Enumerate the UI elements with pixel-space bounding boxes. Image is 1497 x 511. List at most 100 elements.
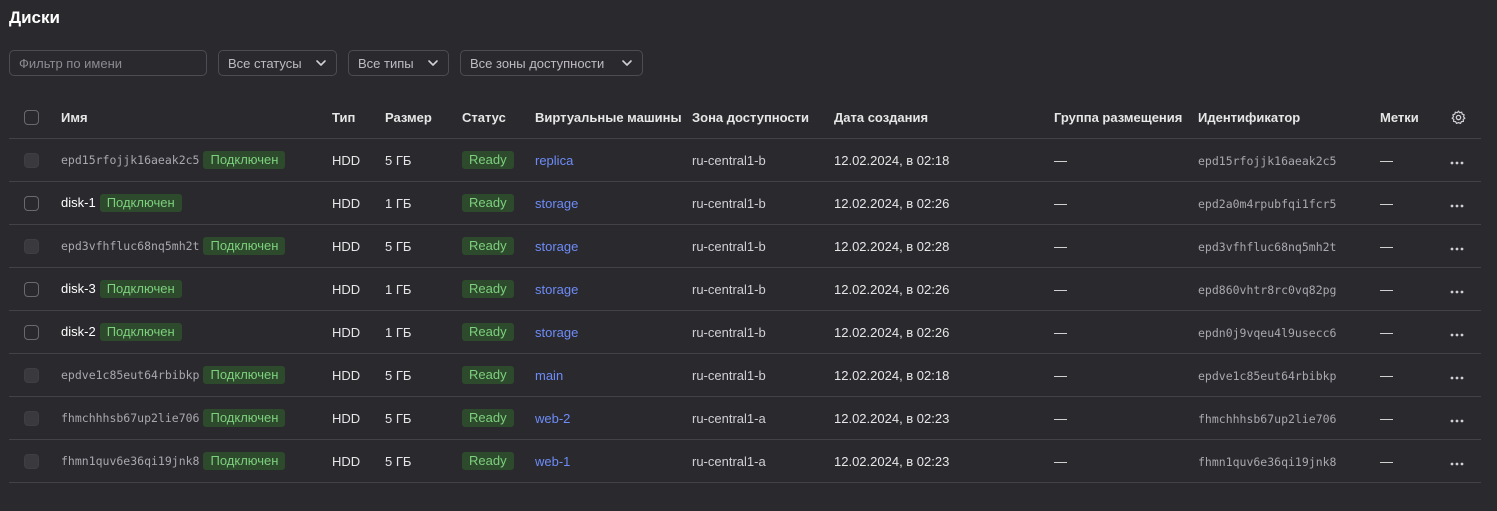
table-row[interactable]: fhmn1quv6e36qi19jnk8 Подключен HDD 5 ГБ Read… xyxy=(9,439,1481,483)
availability-zone: ru-central1-b xyxy=(692,224,834,268)
creation-date: 12.02.2024, в 02:18 xyxy=(834,353,1054,397)
disk-name[interactable]: epd3vfhfluc68nq5mh2t xyxy=(61,239,199,253)
creation-date: 12.02.2024, в 02:26 xyxy=(834,181,1054,225)
disk-name[interactable]: disk-2 xyxy=(61,324,96,339)
more-horizontal-icon[interactable] xyxy=(1450,247,1464,251)
disk-type: HDD xyxy=(332,267,385,311)
zone-filter-select[interactable]: Все зоны доступности xyxy=(460,50,643,76)
table-row[interactable]: disk-3 Подключен HDD 1 ГБ Ready storage ru-cen… xyxy=(9,267,1481,311)
disk-name[interactable]: disk-1 xyxy=(61,195,96,210)
select-all-checkbox[interactable] xyxy=(24,110,39,126)
column-header-size[interactable]: Размер xyxy=(385,96,462,139)
vm-link[interactable]: web-1 xyxy=(535,454,570,469)
column-header-zone[interactable]: Зона доступности xyxy=(692,96,834,139)
row-checkbox[interactable] xyxy=(24,454,39,470)
vm-link[interactable]: storage xyxy=(535,196,578,211)
disk-size: 5 ГБ xyxy=(385,439,462,483)
filters-bar: Все статусы Все типы Все зоны доступност… xyxy=(9,50,643,76)
status-badge: Ready xyxy=(462,323,514,341)
attached-badge: Подключен xyxy=(99,194,182,212)
more-horizontal-icon[interactable] xyxy=(1450,462,1464,466)
attached-badge: Подключен xyxy=(203,409,286,427)
column-header-status[interactable]: Статус xyxy=(462,96,535,139)
more-horizontal-icon[interactable] xyxy=(1450,333,1464,337)
row-checkbox[interactable] xyxy=(24,239,39,255)
disk-name[interactable]: fhmchhhsb67up2lie706 xyxy=(61,411,199,425)
availability-zone: ru-central1-a xyxy=(692,439,834,483)
column-header-placement[interactable]: Группа размещения xyxy=(1054,96,1198,139)
availability-zone: ru-central1-b xyxy=(692,138,834,182)
placement-group: — xyxy=(1054,181,1198,225)
attached-badge: Подключен xyxy=(99,323,182,341)
table-row[interactable]: epdve1c85eut64rbibkp Подключен HDD 5 ГБ Read… xyxy=(9,353,1481,397)
disk-name[interactable]: epdve1c85eut64rbibkp xyxy=(61,368,199,382)
row-checkbox[interactable] xyxy=(24,368,39,384)
zone-filter-label: Все зоны доступности xyxy=(470,55,605,71)
column-header-vms[interactable]: Виртуальные машины xyxy=(535,96,692,139)
vm-link[interactable]: storage xyxy=(535,282,578,297)
column-header-created[interactable]: Дата создания xyxy=(834,96,1054,139)
more-horizontal-icon[interactable] xyxy=(1450,376,1464,380)
disk-id: epd15rfojjk16aeak2c5 xyxy=(1198,153,1337,168)
disk-type: HDD xyxy=(332,181,385,225)
attached-badge: Подключен xyxy=(99,280,182,298)
disk-labels: — xyxy=(1380,267,1436,311)
column-header-id[interactable]: Идентификатор xyxy=(1198,96,1380,139)
status-filter-label: Все статусы xyxy=(228,55,302,71)
disk-size: 1 ГБ xyxy=(385,181,462,225)
type-filter-select[interactable]: Все типы xyxy=(348,50,449,76)
placement-group: — xyxy=(1054,267,1198,311)
column-header-labels[interactable]: Метки xyxy=(1380,96,1436,139)
status-filter-select[interactable]: Все статусы xyxy=(218,50,337,76)
disk-id: fhmchhhsb67up2lie706 xyxy=(1198,411,1337,426)
availability-zone: ru-central1-b xyxy=(692,267,834,311)
table-row[interactable]: disk-1 Подключен HDD 1 ГБ Ready storage ru-cen… xyxy=(9,181,1481,225)
placement-group: — xyxy=(1054,439,1198,483)
disk-name[interactable]: fhmn1quv6e36qi19jnk8 xyxy=(61,454,199,468)
vm-link[interactable]: web-2 xyxy=(535,411,570,426)
disk-type: HDD xyxy=(332,224,385,268)
more-horizontal-icon[interactable] xyxy=(1450,419,1464,423)
table-row[interactable]: epd3vfhfluc68nq5mh2t Подключен HDD 5 ГБ Read… xyxy=(9,224,1481,268)
table-row[interactable]: disk-2 Подключен HDD 1 ГБ Ready storage ru-cen… xyxy=(9,310,1481,354)
disk-size: 1 ГБ xyxy=(385,267,462,311)
vm-link[interactable]: storage xyxy=(535,239,578,254)
row-checkbox[interactable] xyxy=(24,325,39,341)
table-row[interactable]: epd15rfojjk16aeak2c5 Подключен HDD 5 ГБ Read… xyxy=(9,138,1481,182)
status-badge: Ready xyxy=(462,151,514,169)
disk-name[interactable]: disk-3 xyxy=(61,281,96,296)
row-checkbox[interactable] xyxy=(24,411,39,427)
row-checkbox[interactable] xyxy=(24,282,39,298)
name-filter-input[interactable] xyxy=(9,50,207,76)
disk-type: HDD xyxy=(332,310,385,354)
more-horizontal-icon[interactable] xyxy=(1450,161,1464,165)
creation-date: 12.02.2024, в 02:26 xyxy=(834,267,1054,311)
column-header-name[interactable]: Имя xyxy=(61,96,332,139)
page-title: Диски xyxy=(9,8,60,27)
disk-labels: — xyxy=(1380,310,1436,354)
more-horizontal-icon[interactable] xyxy=(1450,204,1464,208)
creation-date: 12.02.2024, в 02:28 xyxy=(834,224,1054,268)
chevron-down-icon xyxy=(622,60,632,66)
vm-link[interactable]: replica xyxy=(535,153,573,168)
vm-link[interactable]: storage xyxy=(535,325,578,340)
disk-name[interactable]: epd15rfojjk16aeak2c5 xyxy=(61,153,199,167)
type-filter-label: Все типы xyxy=(358,55,414,71)
row-checkbox[interactable] xyxy=(24,153,39,169)
vm-link[interactable]: main xyxy=(535,368,563,383)
gear-icon[interactable] xyxy=(1451,110,1466,125)
availability-zone: ru-central1-b xyxy=(692,310,834,354)
disk-size: 5 ГБ xyxy=(385,138,462,182)
table-row[interactable]: fhmchhhsb67up2lie706 Подключен HDD 5 ГБ Read… xyxy=(9,396,1481,440)
placement-group: — xyxy=(1054,353,1198,397)
row-checkbox[interactable] xyxy=(24,196,39,212)
creation-date: 12.02.2024, в 02:26 xyxy=(834,310,1054,354)
placement-group: — xyxy=(1054,396,1198,440)
disk-id: epd3vfhfluc68nq5mh2t xyxy=(1198,239,1337,254)
column-header-type[interactable]: Тип xyxy=(332,96,385,139)
table-header-row: Имя Тип Размер Статус Виртуальные машины… xyxy=(9,96,1481,139)
more-horizontal-icon[interactable] xyxy=(1450,290,1464,294)
disk-labels: — xyxy=(1380,138,1436,182)
disk-size: 5 ГБ xyxy=(385,353,462,397)
disk-labels: — xyxy=(1380,224,1436,268)
